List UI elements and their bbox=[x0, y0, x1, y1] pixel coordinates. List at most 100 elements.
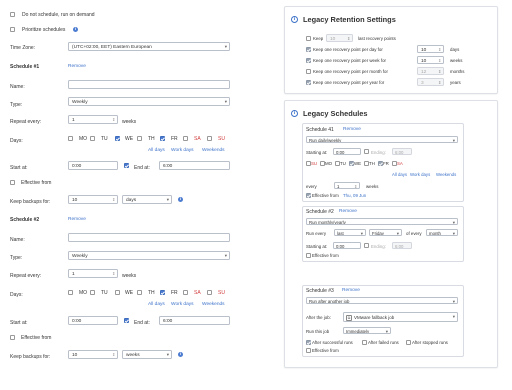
retention-info-icon[interactable]: i bbox=[291, 16, 298, 23]
schedule-43-after-job-select[interactable]: ⧉ VMware fallback job bbox=[343, 312, 458, 322]
start-time-input[interactable]: 0:00 bbox=[68, 161, 118, 170]
day-checkbox-sa[interactable] bbox=[183, 136, 188, 141]
day-checkbox-tu[interactable] bbox=[90, 136, 95, 141]
schedule-41-day-tu-checkbox[interactable] bbox=[335, 161, 340, 166]
day-checkbox-mo[interactable] bbox=[68, 136, 73, 141]
per-week-input[interactable]: 10 bbox=[417, 56, 444, 64]
all-days-link[interactable]: All days bbox=[148, 302, 165, 307]
per-month-input[interactable]: 12 bbox=[417, 67, 444, 75]
day-label-su: SU bbox=[218, 290, 225, 296]
schedule-43-effective-checkbox[interactable] bbox=[306, 348, 311, 353]
end-time-input[interactable]: 6:00 bbox=[159, 316, 230, 325]
work-days-link[interactable]: Work days bbox=[171, 302, 194, 307]
keep-backups-info-icon[interactable]: i bbox=[178, 197, 183, 202]
days-label: Days: bbox=[10, 292, 23, 298]
remove-schedule-link[interactable]: Remove bbox=[68, 64, 86, 69]
do-not-schedule-checkbox[interactable] bbox=[10, 12, 15, 17]
per-year-checkbox[interactable] bbox=[306, 80, 311, 85]
per-day-checkbox[interactable] bbox=[306, 47, 311, 52]
keep-last-checkbox[interactable] bbox=[306, 36, 311, 41]
keep-backups-unit-select[interactable]: days bbox=[122, 195, 172, 204]
effective-from-checkbox[interactable] bbox=[10, 335, 15, 340]
day-checkbox-tu[interactable] bbox=[90, 290, 95, 295]
schedule-41-remove-link[interactable]: Remove bbox=[343, 127, 361, 132]
type-select[interactable]: Weekly bbox=[68, 97, 230, 106]
after-stopped-checkbox[interactable] bbox=[406, 340, 411, 345]
after-failed-checkbox[interactable] bbox=[362, 340, 367, 345]
keep-backups-info-icon[interactable]: i bbox=[178, 352, 183, 357]
schedule-41-ending-value: 6:00 bbox=[395, 149, 404, 155]
day-checkbox-fr[interactable] bbox=[160, 290, 165, 295]
end-time-input[interactable]: 6:00 bbox=[159, 161, 230, 170]
day-checkbox-su[interactable] bbox=[207, 136, 212, 141]
day-checkbox-mo[interactable] bbox=[68, 290, 73, 295]
end-at-checkbox[interactable] bbox=[124, 163, 129, 168]
day-checkbox-fr[interactable] bbox=[160, 136, 165, 141]
schedule-41-day-fr-checkbox[interactable] bbox=[378, 161, 383, 166]
prioritize-label: Prioritize schedules bbox=[22, 26, 66, 33]
effective-from-checkbox[interactable] bbox=[10, 180, 15, 185]
schedule-43-remove-link[interactable]: Remove bbox=[342, 288, 360, 293]
schedule-41-weekends-link[interactable]: Weekends bbox=[436, 172, 456, 177]
all-days-link[interactable]: All days bbox=[148, 148, 165, 153]
end-at-checkbox[interactable] bbox=[124, 318, 129, 323]
schedule-41-day-fr-label: FR bbox=[383, 160, 389, 166]
day-checkbox-we[interactable] bbox=[115, 290, 120, 295]
schedule-42-type-select[interactable]: Run monthly/yearly bbox=[306, 218, 458, 225]
schedule-42-remove-link[interactable]: Remove bbox=[339, 209, 357, 214]
name-input[interactable] bbox=[68, 233, 230, 242]
weekends-link[interactable]: Weekends bbox=[202, 302, 225, 307]
schedule-42-period-select[interactable]: month bbox=[426, 229, 458, 236]
schedule-41-type-select[interactable]: Run daily/weekly bbox=[306, 136, 458, 143]
schedule-41-ending-checkbox[interactable] bbox=[364, 149, 369, 154]
keep-last-input[interactable]: 10 bbox=[326, 34, 353, 42]
remove-schedule-link[interactable]: Remove bbox=[68, 217, 86, 222]
time-zone-select[interactable]: (UTC+02:00, EET) Eastern European bbox=[68, 42, 230, 51]
schedule-41-effective-date-link[interactable]: Thu, 09 Jun bbox=[343, 193, 366, 198]
schedule-42-effective-checkbox[interactable] bbox=[306, 253, 311, 258]
prioritize-checkbox[interactable] bbox=[10, 27, 15, 32]
schedule-41-day-we-checkbox[interactable] bbox=[349, 161, 354, 166]
schedule-41-work-days-link[interactable]: Work days bbox=[410, 172, 430, 177]
schedule-42-ending-checkbox[interactable] bbox=[364, 243, 369, 248]
per-week-checkbox[interactable] bbox=[306, 58, 311, 63]
legacy-info-icon[interactable]: i bbox=[291, 110, 298, 117]
per-year-input[interactable]: 3 bbox=[417, 78, 444, 86]
keep-backups-unit-select[interactable]: weeks bbox=[122, 350, 172, 359]
schedule-42-ending-input[interactable]: 6:00 bbox=[392, 242, 412, 249]
name-label: Name: bbox=[10, 84, 25, 90]
day-checkbox-we[interactable] bbox=[115, 136, 120, 141]
schedule-41-all-days-link[interactable]: All days bbox=[392, 172, 407, 177]
schedule-41-effective-checkbox[interactable] bbox=[306, 193, 311, 198]
schedule-41-day-su-checkbox[interactable] bbox=[306, 161, 311, 166]
schedule-41-day-sa-checkbox[interactable] bbox=[392, 161, 397, 166]
keep-backups-input[interactable]: 10 bbox=[68, 195, 118, 204]
per-month-checkbox[interactable] bbox=[306, 69, 311, 74]
repeat-input[interactable]: 1 bbox=[68, 269, 118, 278]
schedule-41-day-th-checkbox[interactable] bbox=[364, 161, 369, 166]
work-days-link[interactable]: Work days bbox=[171, 148, 194, 153]
start-time-input[interactable]: 0:00 bbox=[68, 316, 118, 325]
type-select[interactable]: Weekly bbox=[68, 251, 230, 260]
after-successful-checkbox[interactable] bbox=[306, 340, 311, 345]
day-checkbox-su[interactable] bbox=[207, 290, 212, 295]
schedule-41-ending-input[interactable]: 6:00 bbox=[392, 148, 412, 155]
schedule-41-every-input[interactable]: 1 bbox=[334, 182, 360, 189]
schedule-42-day-select[interactable]: Friday bbox=[369, 229, 402, 236]
day-checkbox-th[interactable] bbox=[137, 290, 142, 295]
weekends-link[interactable]: Weekends bbox=[202, 148, 225, 153]
schedule-42-ordinal-select[interactable]: last bbox=[334, 229, 366, 236]
per-day-input[interactable]: 10 bbox=[417, 45, 444, 53]
day-checkbox-th[interactable] bbox=[137, 136, 142, 141]
schedule-43-run-this-select[interactable]: Immediately bbox=[343, 327, 391, 334]
schedule-43-type-select[interactable]: Run after another job bbox=[306, 297, 458, 304]
repeat-input[interactable]: 1 bbox=[68, 115, 118, 124]
schedule-41-day-mo-checkbox[interactable] bbox=[320, 161, 325, 166]
name-input[interactable] bbox=[68, 80, 230, 89]
prioritize-info-icon[interactable]: i bbox=[73, 27, 78, 32]
schedule-41-starting-input[interactable]: 0:00 bbox=[333, 148, 361, 155]
keep-backups-input[interactable]: 10 bbox=[68, 350, 118, 359]
schedule-42-starting-input[interactable]: 0:00 bbox=[333, 242, 361, 249]
schedule-42-ending-label: Ending: bbox=[371, 244, 386, 249]
day-checkbox-sa[interactable] bbox=[183, 290, 188, 295]
